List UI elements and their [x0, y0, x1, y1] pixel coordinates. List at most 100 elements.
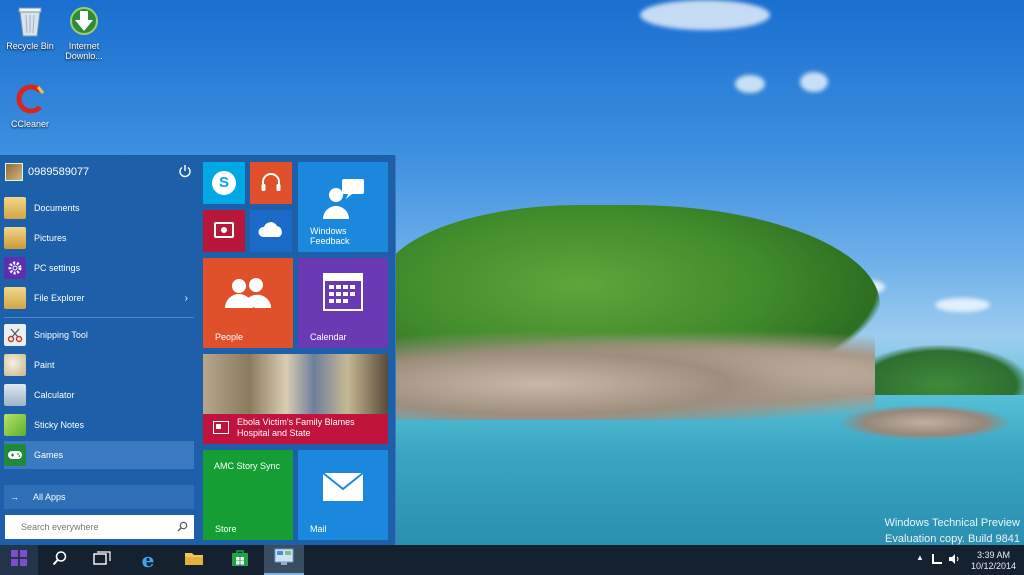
clock-date: 10/12/2014 [970, 561, 1016, 571]
start-item-file-explorer[interactable]: File Explorer › [4, 284, 194, 312]
sticky-notes-icon [4, 414, 26, 436]
start-menu-left-pane: 0989589077 Documents Pictures PC setting… [0, 155, 198, 546]
tile-calendar[interactable]: Calendar [298, 258, 388, 348]
all-apps-label: All Apps [33, 492, 66, 502]
start-item-label: Snipping Tool [34, 330, 88, 340]
store-headline: AMC Story Sync [214, 461, 281, 471]
tile-music[interactable] [250, 162, 292, 204]
tile-label: Mail [310, 524, 327, 534]
start-menu: 0989589077 Documents Pictures PC setting… [0, 155, 396, 546]
start-item-pictures[interactable]: Pictures [4, 224, 194, 252]
start-item-games[interactable]: Games [4, 441, 194, 469]
user-account[interactable]: 0989589077 [5, 161, 89, 183]
ccleaner-label: CCleaner [10, 119, 50, 129]
start-button[interactable] [0, 545, 38, 575]
start-item-label: Pictures [34, 233, 67, 243]
internet-explorer-button[interactable]: e [128, 545, 168, 575]
user-name: 0989589077 [28, 166, 90, 178]
tile-label: People [215, 332, 244, 342]
documents-folder-icon [4, 197, 26, 219]
watermark-line-1: Windows Technical Preview [884, 517, 1020, 529]
search-icon [52, 550, 68, 571]
start-item-label: Documents [34, 203, 80, 213]
store-button[interactable] [220, 545, 260, 575]
cloud [735, 75, 765, 93]
system-tray: ▲ 3:39 AM 10/12/2014 [914, 545, 1024, 575]
internet-explorer-icon: e [141, 548, 155, 572]
people-icon [223, 276, 273, 312]
gear-icon [4, 257, 26, 279]
network-icon[interactable] [932, 554, 942, 564]
onedrive-cloud-icon [257, 221, 285, 241]
scissors-icon [4, 324, 26, 346]
tile-onedrive[interactable] [250, 210, 292, 252]
tile-skype[interactable]: S [203, 162, 245, 204]
calendar-icon [323, 273, 363, 313]
chevron-right-icon[interactable]: › [185, 293, 188, 304]
tile-label: Store [215, 524, 237, 534]
envelope-icon [322, 472, 364, 504]
search-icon[interactable] [177, 521, 188, 532]
feedback-people-icon [320, 177, 366, 223]
video-icon [214, 222, 234, 238]
news-photo [203, 354, 388, 414]
task-view-button[interactable] [82, 545, 122, 575]
tile-windows-feedback[interactable]: Windows Feedback [298, 162, 388, 252]
folder-icon [184, 550, 204, 571]
start-item-snipping-tool[interactable]: Snipping Tool [4, 321, 194, 349]
desktop-icon-internet-download-manager[interactable]: Internet Downlo... [54, 4, 114, 61]
news-headline-line-2: Hospital and State [237, 428, 311, 438]
chevron-up-icon[interactable]: ▲ [916, 553, 924, 562]
start-item-documents[interactable]: Documents [4, 194, 194, 222]
internet-download-manager-icon [67, 4, 101, 38]
cloud [935, 298, 990, 312]
tile-label: Windows Feedback [310, 226, 350, 246]
store-icon [231, 549, 249, 572]
start-item-calculator[interactable]: Calculator [4, 381, 194, 409]
clock[interactable]: 3:39 AM 10/12/2014 [971, 550, 1016, 572]
start-item-label: PC settings [34, 263, 81, 273]
divider [4, 317, 194, 318]
volume-icon[interactable] [948, 554, 960, 566]
taskbar: e ▲ 3:39 AM 10/12/2014 [0, 545, 1024, 575]
start-item-pc-settings[interactable]: PC settings [4, 254, 194, 282]
start-item-label: Games [34, 450, 64, 460]
control-panel-icon [274, 548, 294, 571]
file-explorer-icon [4, 287, 26, 309]
search-button[interactable] [40, 545, 80, 575]
recycle-bin-label: Recycle Bin [6, 41, 54, 51]
tile-store[interactable]: AMC Story Sync Store [203, 450, 293, 540]
cloud [640, 0, 770, 30]
power-icon[interactable] [178, 164, 192, 178]
search-placeholder: Search everywhere [21, 522, 99, 532]
start-item-sticky-notes[interactable]: Sticky Notes [4, 411, 194, 439]
windows-logo-icon [11, 549, 27, 571]
desktop-icon-recycle-bin[interactable]: Recycle Bin [0, 4, 60, 51]
clock-time: 3:39 AM [976, 550, 1010, 560]
tile-mail[interactable]: Mail [298, 450, 388, 540]
start-item-label: Paint [34, 360, 55, 370]
tile-people[interactable]: People [203, 258, 293, 348]
tile-video[interactable] [203, 210, 245, 252]
start-item-paint[interactable]: Paint [4, 351, 194, 379]
tile-label-line-2: Feedback [310, 236, 350, 246]
ccleaner-icon [13, 82, 47, 116]
task-view-icon [93, 550, 111, 570]
calculator-icon [4, 384, 26, 406]
start-item-label: File Explorer [34, 293, 85, 303]
file-explorer-button[interactable] [174, 545, 214, 575]
recycle-bin-icon [13, 4, 47, 38]
news-headline-line-1: Ebola Victim's Family Blames [237, 417, 355, 427]
news-icon [213, 421, 229, 434]
skype-icon: S [212, 171, 236, 195]
search-input[interactable]: Search everywhere [5, 515, 194, 539]
all-apps-button[interactable]: → All Apps [4, 485, 194, 509]
evaluation-watermark: Windows Technical Preview Evaluation cop… [884, 515, 1020, 547]
gamepad-icon [4, 444, 26, 466]
user-avatar [5, 163, 23, 181]
tile-label-line-1: Windows [310, 226, 347, 236]
control-panel-button[interactable] [264, 545, 304, 575]
internet-download-manager-label: Internet Downlo... [65, 41, 103, 61]
tile-news[interactable]: Ebola Victim's Family Blames Hospital an… [203, 354, 388, 444]
desktop-icon-ccleaner[interactable]: CCleaner [0, 82, 60, 129]
